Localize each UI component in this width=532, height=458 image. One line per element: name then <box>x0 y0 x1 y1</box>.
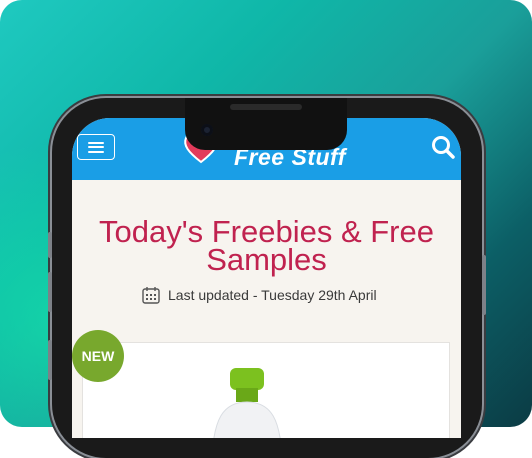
phone-side-button <box>482 255 486 315</box>
phone-side-button <box>48 272 52 312</box>
search-icon[interactable] <box>430 134 456 160</box>
hamburger-icon <box>88 141 104 153</box>
calendar-icon <box>142 287 160 304</box>
new-badge: NEW <box>72 330 124 382</box>
phone-speaker <box>230 104 302 110</box>
phone-side-button <box>48 232 52 258</box>
phone-screen: Free Stuff Today's Freebies & Free Sampl… <box>72 118 461 438</box>
product-image <box>213 368 281 438</box>
phone-side-button <box>48 340 52 380</box>
page-title: Today's Freebies & Free Samples <box>98 214 434 277</box>
last-updated: Last updated - Tuesday 29th April <box>142 286 377 304</box>
last-updated-text: Last updated - Tuesday 29th April <box>168 287 377 303</box>
menu-button[interactable] <box>77 134 115 160</box>
phone-camera <box>201 124 213 136</box>
